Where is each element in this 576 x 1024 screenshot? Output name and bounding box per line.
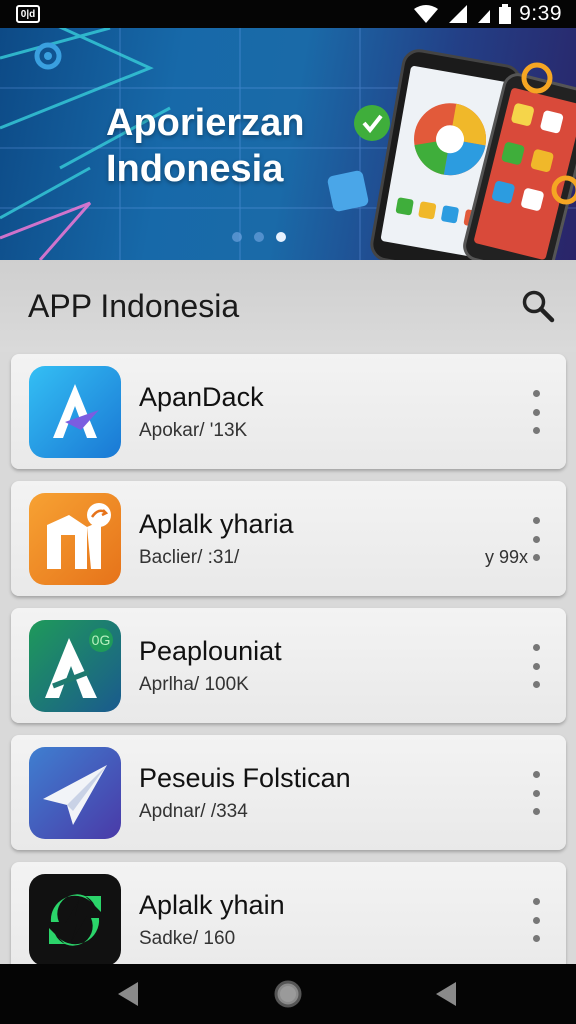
- pager-dot[interactable]: [254, 232, 264, 242]
- app-name: Aplalk yhain: [139, 890, 285, 920]
- back-icon: [118, 982, 138, 1006]
- recents-button[interactable]: [430, 978, 462, 1010]
- banner-title-line1: Aporierzan: [106, 102, 305, 144]
- app-meta: Apdnar/ /334: [139, 801, 248, 822]
- status-bar: 0|d 9:39: [0, 0, 576, 28]
- more-options-button[interactable]: [526, 771, 546, 815]
- app-meta: Sadke/ 160: [139, 928, 236, 949]
- list-item[interactable]: Aplalk yhain Sadke/ 160: [11, 862, 566, 964]
- check-badge-icon: [354, 105, 390, 141]
- app-name: Peseuis Folstican: [139, 763, 351, 793]
- app-icon-orange-house: [29, 493, 121, 585]
- more-options-button[interactable]: [526, 644, 546, 688]
- list-item[interactable]: Aplalk yharia Baclier/ :31/ y 99x: [11, 481, 566, 596]
- signal-icon-2: [478, 10, 491, 23]
- system-nav-bar: [0, 964, 576, 1024]
- app-icon-green-sync: [29, 874, 121, 964]
- app-icon-blue-a: [29, 366, 121, 458]
- app-list[interactable]: ApanDack Apokar/ '13K Aplalk yharia Bacl…: [0, 352, 576, 964]
- home-icon: [274, 980, 302, 1008]
- signal-icon: [449, 5, 468, 23]
- list-item[interactable]: 0G Peaplouniat Aprlha/ 100K: [11, 608, 566, 723]
- home-button[interactable]: [272, 978, 304, 1010]
- status-time: 9:39: [519, 2, 562, 25]
- recents-icon: [436, 982, 456, 1006]
- pager-dot[interactable]: [232, 232, 242, 242]
- banner-pager: [232, 232, 286, 242]
- app-header: APP Indonesia: [0, 260, 576, 352]
- battery-icon: [499, 4, 512, 24]
- app-name: Peaplouniat: [139, 636, 282, 666]
- pager-dot-active[interactable]: [276, 232, 286, 242]
- app-name: ApanDack: [139, 382, 264, 412]
- app-icon-paper-plane: [29, 747, 121, 839]
- back-button[interactable]: [112, 978, 144, 1010]
- page-title: APP Indonesia: [28, 288, 240, 324]
- wifi-icon: [414, 5, 439, 23]
- more-options-button[interactable]: [526, 898, 546, 942]
- promo-banner[interactable]: Aporierzan Indonesia: [0, 28, 576, 260]
- banner-title-line2: Indonesia: [106, 148, 284, 190]
- app-extra-label: y 99x: [484, 547, 528, 567]
- app-meta: Apokar/ '13K: [139, 420, 248, 441]
- more-options-button[interactable]: [526, 390, 546, 434]
- banner-title: Aporierzan Indonesia: [106, 100, 304, 192]
- app-name: Aplalk yharia: [139, 509, 294, 539]
- list-item[interactable]: ApanDack Apokar/ '13K: [11, 354, 566, 469]
- more-options-button[interactable]: [526, 517, 546, 561]
- search-button[interactable]: [518, 286, 558, 326]
- notification-icon: 0|d: [16, 5, 40, 23]
- list-item[interactable]: Peseuis Folstican Apdnar/ /334: [11, 735, 566, 850]
- app-meta: Aprlha/ 100K: [139, 674, 249, 695]
- app-meta: Baclier/ :31/: [139, 547, 240, 568]
- app-icon-green-a: 0G: [29, 620, 121, 712]
- gear-icon: [34, 42, 62, 70]
- svg-text:0G: 0G: [92, 632, 111, 648]
- search-icon: [522, 290, 555, 323]
